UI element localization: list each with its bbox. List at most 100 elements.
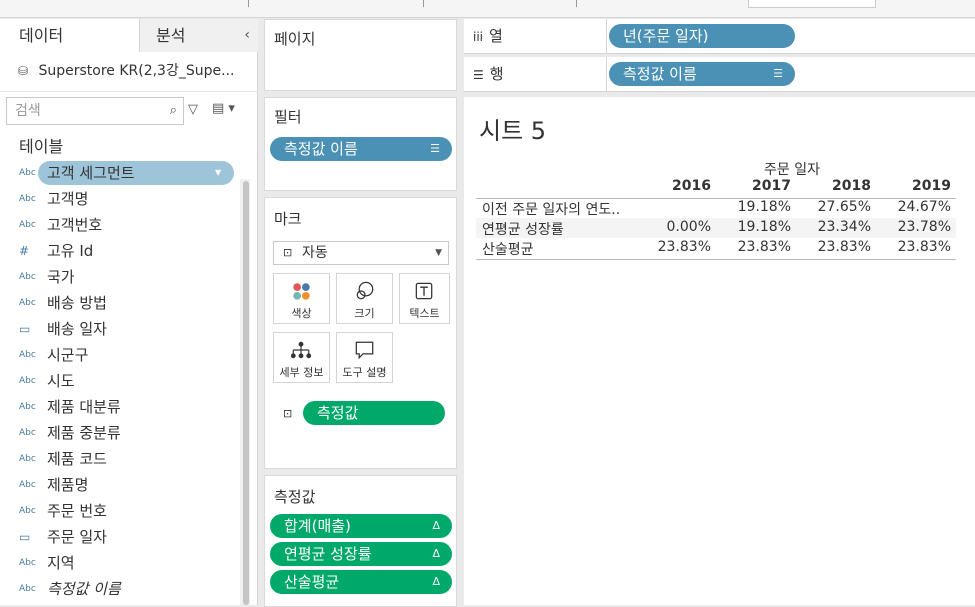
measure-pill-label: 합계(매출): [284, 517, 351, 535]
year-header[interactable]: 2019: [891, 178, 951, 194]
field-label: 제품 대분류: [47, 398, 121, 416]
measure-pill[interactable]: 산술평균 Δ: [270, 570, 452, 594]
size-button[interactable]: 크기: [336, 273, 393, 324]
text-icon: [415, 282, 433, 300]
mark-type-icon: ⊡: [283, 246, 293, 259]
color-button[interactable]: 색상: [273, 273, 330, 324]
cell-value: 24.67%: [897, 199, 951, 215]
marks-title: 마크: [274, 210, 302, 228]
measure-values-card[interactable]: 측정값 합계(매출) Δ 연평균 성장률 Δ 산술평균 Δ: [264, 475, 457, 607]
field-item[interactable]: Abc 제품 코드: [0, 446, 240, 472]
filter-icon[interactable]: ▽: [188, 102, 198, 117]
tab-data[interactable]: 데이터: [0, 19, 140, 52]
detail-button[interactable]: 세부 정보: [273, 332, 330, 383]
string-type-icon: Abc: [19, 506, 36, 516]
cell-value: 23.83%: [817, 239, 871, 255]
field-item[interactable]: Abc 측정값 이름: [0, 576, 240, 602]
field-item[interactable]: Abc 국가: [0, 264, 240, 290]
field-item[interactable]: Abc 제품명: [0, 472, 240, 498]
rows-label: 행: [489, 65, 504, 83]
year-header[interactable]: 2016: [651, 178, 711, 194]
tooltip-label: 도구 설명: [342, 366, 387, 379]
sort-icon: ☰: [430, 142, 440, 155]
filters-card[interactable]: 필터 측정값 이름 ☰: [264, 97, 457, 191]
field-item[interactable]: Abc 시군구: [0, 342, 240, 368]
measure-pill[interactable]: 합계(매출) Δ: [270, 514, 452, 538]
filter-pill-label: 측정값 이름: [284, 140, 358, 158]
calendar-icon: ▭: [19, 530, 31, 544]
field-item[interactable]: Abc 고객 세그먼트 ▼: [0, 160, 240, 186]
chevron-left-icon[interactable]: ‹: [244, 19, 250, 52]
field-item[interactable]: Abc 배송 방법: [0, 290, 240, 316]
field-label: 주문 번호: [47, 502, 107, 520]
year-header[interactable]: 2017: [731, 178, 791, 194]
toolbar: [0, 0, 975, 18]
table-row[interactable]: 이전 주문 일자의 연도.. 19.18% 27.65% 24.67%: [476, 198, 956, 218]
text-pill-label: 측정값: [317, 404, 359, 422]
chevron-down-icon[interactable]: ▼: [215, 160, 221, 186]
mark-type-label: 자동: [302, 245, 328, 261]
columns-icon: iii: [473, 30, 484, 44]
field-item[interactable]: Abc 시도: [0, 368, 240, 394]
number-type-icon: #: [19, 244, 30, 258]
delta-icon: Δ: [432, 519, 440, 532]
rows-pill[interactable]: 측정값 이름 ☰: [609, 62, 795, 86]
field-label: 제품명: [47, 476, 89, 494]
columns-shelf[interactable]: iii 열 년(주문 일자): [464, 19, 975, 54]
year-header[interactable]: 2018: [811, 178, 871, 194]
sort-icon: ☰: [773, 67, 783, 80]
field-item[interactable]: ▭ 주문 일자: [0, 524, 240, 550]
cell-value: 0.00%: [666, 219, 711, 235]
text-button[interactable]: 텍스트: [399, 273, 450, 324]
field-label: 배송 일자: [47, 320, 107, 338]
field-label: 시도: [47, 372, 75, 390]
field-label: 고객 세그먼트: [47, 164, 135, 182]
field-item[interactable]: ▭ 배송 일자: [0, 316, 240, 342]
column-header[interactable]: 주문 일자: [764, 159, 820, 179]
filter-pill[interactable]: 측정값 이름 ☰: [270, 137, 452, 161]
field-item[interactable]: Abc 주문 번호: [0, 498, 240, 524]
size-icon: [356, 281, 374, 300]
toolbar-dropdown[interactable]: [748, 0, 876, 8]
mark-type-dropdown[interactable]: ⊡ 자동 ▼: [273, 241, 449, 265]
field-item[interactable]: # 고유 Id: [0, 238, 240, 264]
scrollbar-thumb[interactable]: [243, 181, 249, 605]
toolbar-separator: [248, 0, 249, 7]
toolbar-separator: [423, 0, 424, 7]
measure-pill-label: 산술평균: [284, 573, 340, 591]
table-row[interactable]: 연평균 성장률 0.00% 19.18% 23.34% 23.78%: [476, 218, 956, 238]
field-label: 고객번호: [47, 216, 103, 234]
tab-analysis[interactable]: 분석 ‹: [140, 19, 258, 52]
worksheet-view[interactable]: 시트 5 주문 일자 2016 2017 2018 2019 이전 주문 일자의…: [464, 97, 975, 605]
measure-pill[interactable]: 연평균 성장률 Δ: [270, 542, 452, 566]
text-pill[interactable]: 측정값: [303, 401, 445, 425]
table-row[interactable]: 산술평균 23.83% 23.83% 23.83% 23.83%: [476, 238, 956, 258]
data-source[interactable]: ⛁ Superstore KR(2,3강_Supe...: [0, 52, 258, 92]
field-item[interactable]: Abc 고객명: [0, 186, 240, 212]
data-pane-tabs: 데이터 분석 ‹: [0, 19, 258, 52]
measure-values-title: 측정값: [274, 488, 316, 506]
delta-icon: Δ: [432, 547, 440, 560]
string-type-icon: Abc: [19, 220, 36, 230]
cell-value: 23.34%: [817, 219, 871, 235]
search-input[interactable]: 검색 ⌕: [6, 97, 184, 125]
pages-title: 페이지: [274, 30, 316, 48]
tooltip-button[interactable]: 도구 설명: [336, 332, 393, 383]
field-item[interactable]: Abc 제품 대분류: [0, 394, 240, 420]
pages-card[interactable]: 페이지: [264, 19, 457, 91]
columns-pill[interactable]: 년(주문 일자): [609, 24, 795, 48]
field-item[interactable]: Abc 지역: [0, 550, 240, 576]
text-encoding-icon: ⊡: [283, 407, 293, 420]
columns-label: 열: [489, 27, 503, 45]
row-label: 산술평균: [482, 242, 534, 258]
cell-value: 23.83%: [897, 239, 951, 255]
sheet-title[interactable]: 시트 5: [479, 111, 546, 146]
rows-shelf[interactable]: ☰ 행 측정값 이름 ☰: [464, 57, 975, 92]
string-type-icon: Abc: [19, 376, 36, 386]
marks-card: 마크 ⊡ 자동 ▼ 색상 크기 텍스트 세부 정보 도구 설명 ⊡ 측정값: [264, 197, 457, 469]
rows-icon: ☰: [473, 68, 484, 82]
field-item[interactable]: Abc 고객번호: [0, 212, 240, 238]
view-options-icon[interactable]: ▤ ▾: [212, 101, 235, 116]
field-item[interactable]: Abc 제품 중분류: [0, 420, 240, 446]
field-label: 주문 일자: [47, 528, 107, 546]
